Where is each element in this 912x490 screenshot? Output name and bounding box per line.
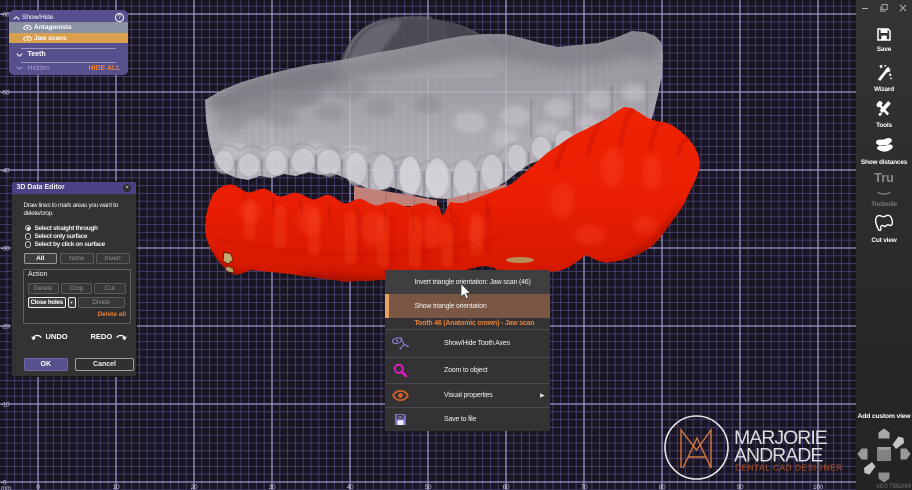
- svg-text:-30: -30: [1, 246, 10, 253]
- svg-text:40: 40: [347, 484, 354, 490]
- svg-text:100: 100: [813, 484, 824, 490]
- svg-text:-10: -10: [1, 402, 10, 409]
- svg-text:-40: -40: [1, 168, 10, 175]
- svg-text:50: 50: [425, 484, 432, 490]
- svg-text:70: 70: [581, 484, 588, 490]
- svg-text:-50: -50: [1, 90, 10, 97]
- svg-text:DENTAL CAD DESIGNER: DENTAL CAD DESIGNER: [735, 463, 843, 473]
- svg-text:20: 20: [191, 484, 198, 490]
- svg-text:80: 80: [659, 484, 666, 490]
- svg-text:STL: STL: [397, 415, 402, 419]
- svg-text:10: 10: [113, 484, 120, 490]
- svg-text:mm: mm: [1, 485, 11, 490]
- svg-text:30: 30: [269, 484, 276, 490]
- svg-text:90: 90: [737, 484, 744, 490]
- svg-text:-20: -20: [1, 324, 10, 331]
- svg-text:60: 60: [503, 484, 510, 490]
